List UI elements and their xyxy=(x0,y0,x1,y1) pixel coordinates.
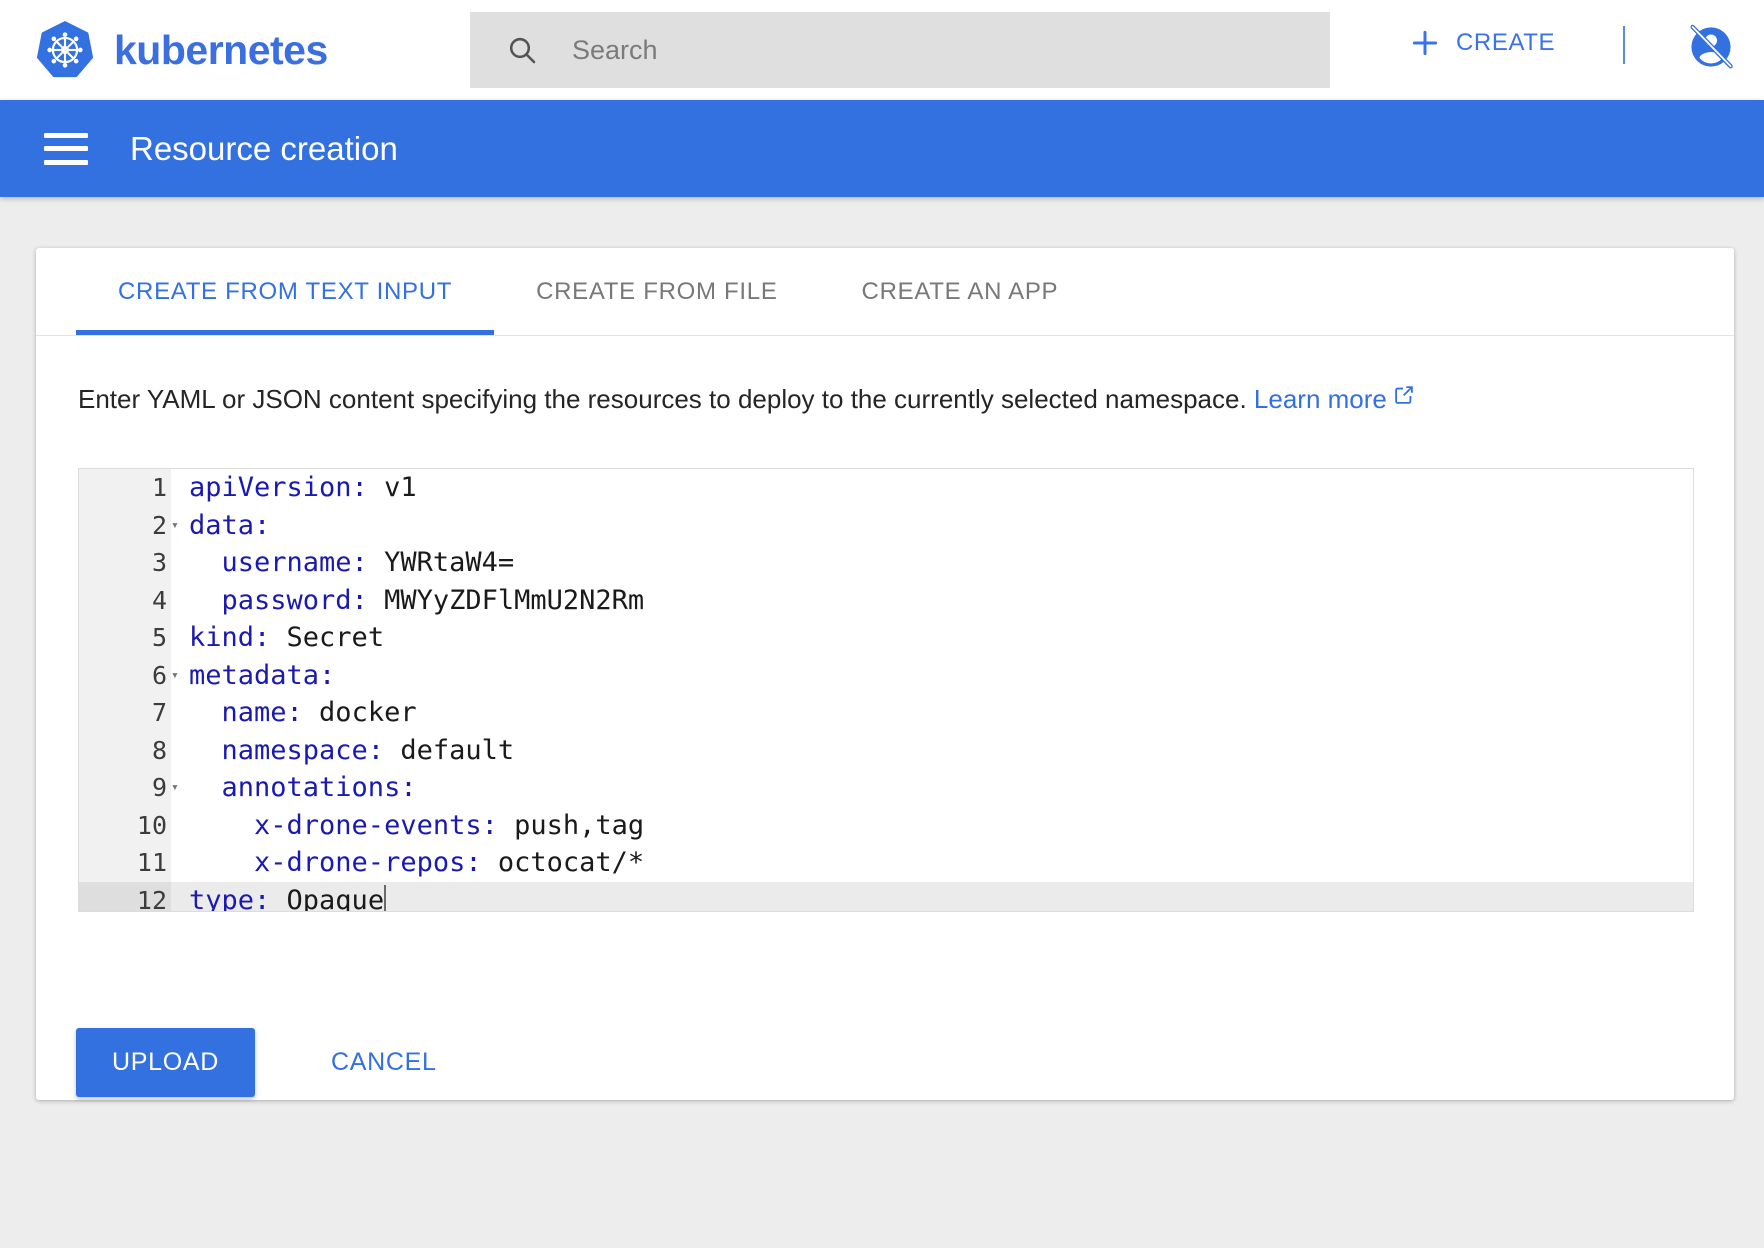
text-cursor xyxy=(384,884,387,911)
create-button[interactable]: CREATE xyxy=(1410,28,1555,58)
brand[interactable]: kubernetes xyxy=(34,19,328,81)
page-title: Resource creation xyxy=(130,130,398,167)
yaml-key: password: xyxy=(189,584,368,616)
yaml-value: octocat/* xyxy=(481,847,645,879)
code-line[interactable]: 11 x-drone-repos: octocat/* xyxy=(79,844,1693,882)
account-circle-disabled-icon[interactable] xyxy=(1686,22,1736,72)
code-line[interactable]: 3 username: YWRtaW4= xyxy=(79,544,1693,582)
description-text: Enter YAML or JSON content specifying th… xyxy=(78,382,1734,415)
line-number: 12 xyxy=(79,881,171,911)
yaml-value: v1 xyxy=(367,472,417,504)
code-text: apiVersion: v1 xyxy=(171,472,1693,503)
yaml-code-editor[interactable]: 1 apiVersion: v1 2 ▾ data: 3 username: YWRtaW… xyxy=(78,468,1694,912)
hamburger-bar xyxy=(44,159,88,165)
yaml-key: x-drone-repos: xyxy=(189,847,482,879)
yaml-key: username: xyxy=(189,547,368,579)
header-divider xyxy=(1623,26,1625,64)
line-number: 8 xyxy=(79,731,171,769)
line-number: 11 xyxy=(79,844,171,882)
yaml-key: kind: xyxy=(189,622,271,654)
line-number: 7 xyxy=(79,694,171,732)
yaml-key: x-drone-events: xyxy=(189,809,498,841)
code-text: password: MWYyZDFlMmU2N2Rm xyxy=(171,585,1693,616)
yaml-value: push,tag xyxy=(497,809,645,841)
line-number: 5 xyxy=(79,619,171,657)
yaml-value: docker xyxy=(302,697,417,729)
line-number: 2 ▾ xyxy=(79,506,179,544)
code-line[interactable]: 10 x-drone-events: push,tag xyxy=(79,806,1693,844)
yaml-key: namespace: xyxy=(189,734,385,766)
learn-more-link[interactable]: Learn more xyxy=(1254,384,1387,414)
code-text: x-drone-events: push,tag xyxy=(171,810,1693,841)
hamburger-menu-icon[interactable] xyxy=(44,132,88,165)
code-text: name: docker xyxy=(171,697,1693,728)
yaml-key: metadata: xyxy=(189,659,336,691)
plus-icon xyxy=(1410,28,1440,58)
yaml-value: Opaque xyxy=(270,884,385,912)
tab-create-from-file[interactable]: CREATE FROM FILE xyxy=(494,248,819,335)
code-text: username: YWRtaW4= xyxy=(171,547,1693,578)
yaml-key: annotations: xyxy=(189,772,417,804)
hamburger-bar xyxy=(44,146,88,151)
code-lines-container: 1 apiVersion: v1 2 ▾ data: 3 username: YWRtaW… xyxy=(79,469,1693,912)
line-number: 9 ▾ xyxy=(79,769,179,807)
code-line[interactable]: 12 type: Opaque xyxy=(79,881,1693,912)
kubernetes-helm-wheel-icon xyxy=(34,19,96,81)
tab-create-from-text-input[interactable]: CREATE FROM TEXT INPUT xyxy=(76,248,495,335)
yaml-key: name: xyxy=(189,697,303,729)
brand-name: kubernetes xyxy=(114,26,328,73)
open-in-new-icon[interactable] xyxy=(1393,382,1415,404)
line-number: 4 xyxy=(79,581,171,619)
code-text: kind: Secret xyxy=(171,622,1693,653)
code-text: annotations: xyxy=(171,772,1693,803)
form-actions: UPLOAD CANCEL xyxy=(76,1028,447,1097)
learn-more-label: Learn more xyxy=(1253,384,1387,414)
code-line[interactable]: 7 name: docker xyxy=(79,694,1693,732)
code-text: metadata: xyxy=(171,660,1693,691)
code-line[interactable]: 6 ▾ metadata: xyxy=(79,656,1693,694)
cancel-button[interactable]: CANCEL xyxy=(321,1028,447,1097)
search-icon xyxy=(506,34,538,66)
code-line[interactable]: 4 password: MWYyZDFlMmU2N2Rm xyxy=(79,581,1693,619)
search-input[interactable] xyxy=(572,34,1272,66)
code-text: x-drone-repos: octocat/* xyxy=(171,847,1693,878)
code-line[interactable]: 5 kind: Secret xyxy=(79,619,1693,657)
yaml-value: MWYyZDFlMmU2N2Rm xyxy=(367,584,645,616)
line-number: 3 xyxy=(79,544,171,582)
yaml-value: Secret xyxy=(270,622,385,654)
code-line[interactable]: 8 namespace: default xyxy=(79,731,1693,769)
top-header-bar: kubernetes CREATE xyxy=(0,0,1764,100)
code-line[interactable]: 1 apiVersion: v1 xyxy=(79,469,1693,507)
line-number: 6 ▾ xyxy=(79,656,179,694)
yaml-value: default xyxy=(384,734,515,766)
code-text: type: Opaque xyxy=(171,884,1693,912)
line-number: 10 xyxy=(79,806,171,844)
code-line[interactable]: 9 ▾ annotations: xyxy=(79,769,1693,807)
yaml-value: YWRtaW4= xyxy=(367,547,515,579)
yaml-key: apiVersion: xyxy=(189,472,368,504)
yaml-key: type: xyxy=(189,884,271,912)
code-line[interactable]: 2 ▾ data: xyxy=(79,506,1693,544)
code-text: data: xyxy=(171,510,1693,541)
tab-bar: CREATE FROM TEXT INPUT CREATE FROM FILE … xyxy=(36,248,1734,336)
yaml-key: data: xyxy=(189,509,271,541)
search-box[interactable] xyxy=(470,12,1330,88)
page-toolbar: Resource creation xyxy=(0,100,1764,197)
create-button-label: CREATE xyxy=(1456,29,1556,56)
tab-create-an-app[interactable]: CREATE AN APP xyxy=(820,248,1101,335)
description-sentence: Enter YAML or JSON content specifying th… xyxy=(78,384,1247,414)
code-text: namespace: default xyxy=(171,735,1693,766)
upload-button[interactable]: UPLOAD xyxy=(76,1028,256,1097)
hamburger-bar xyxy=(44,132,88,138)
line-number: 1 xyxy=(79,469,171,507)
